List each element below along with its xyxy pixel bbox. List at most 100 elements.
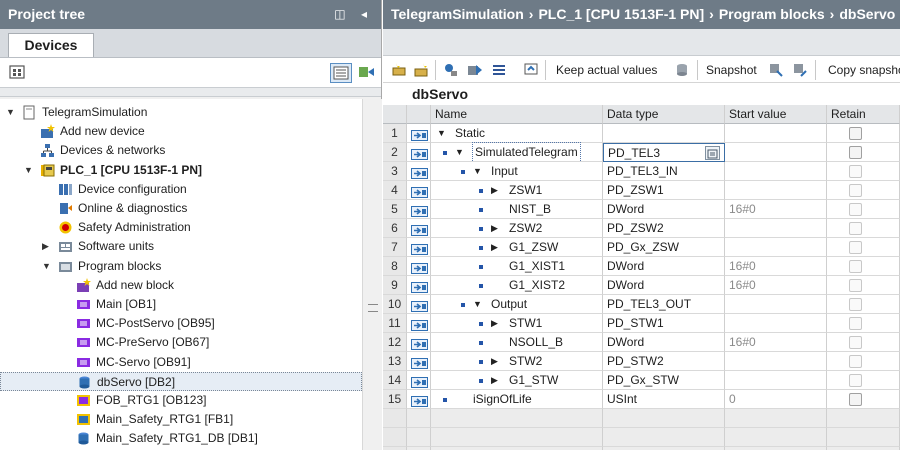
- start-value-cell[interactable]: [725, 219, 827, 238]
- table-row[interactable]: 7 ▶ G1_ZSW PD_Gx_ZSW: [383, 238, 900, 257]
- expand-arrow-icon[interactable]: ▶: [491, 238, 498, 257]
- breadcrumb-program-blocks[interactable]: Program blocks: [719, 6, 825, 22]
- data-type-cell[interactable]: DWord: [603, 257, 725, 276]
- breadcrumb-project[interactable]: TelegramSimulation: [391, 6, 524, 22]
- name-cell[interactable]: ▶ ZSW2: [431, 219, 603, 238]
- tree-item[interactable]: ▼ TelegramSimulation: [0, 103, 362, 122]
- retain-checkbox[interactable]: [849, 146, 862, 159]
- retain-checkbox[interactable]: [849, 355, 862, 368]
- row-number[interactable]: 2: [383, 143, 407, 162]
- name-cell[interactable]: ▶ STW2: [431, 352, 603, 371]
- type-picker-icon[interactable]: [705, 146, 720, 160]
- go-online-icon[interactable]: [357, 64, 375, 80]
- header-retain[interactable]: Retain: [827, 105, 900, 124]
- name-cell[interactable]: ▶ ZSW1: [431, 181, 603, 200]
- row-number[interactable]: 10: [383, 295, 407, 314]
- row-number[interactable]: 12: [383, 333, 407, 352]
- tree-item[interactable]: MC-PostServo [OB95]: [0, 314, 362, 333]
- name-cell[interactable]: ▶ STW1: [431, 314, 603, 333]
- collapse-arrow-icon[interactable]: ▼: [6, 103, 16, 122]
- database-icon[interactable]: [674, 62, 690, 78]
- list-icon[interactable]: [491, 62, 507, 78]
- name-cell[interactable]: G1_XIST2: [431, 276, 603, 295]
- snapshot-to-start-icon[interactable]: [768, 62, 784, 78]
- tree-item[interactable]: Add new block: [0, 276, 362, 295]
- breadcrumb-plc[interactable]: PLC_1 [CPU 1513F-1 PN]: [538, 6, 704, 22]
- expand-arrow-icon[interactable]: ▶: [42, 237, 52, 256]
- row-number[interactable]: 14: [383, 371, 407, 390]
- name-cell[interactable]: iSignOfLife: [431, 390, 603, 409]
- header-data-type[interactable]: Data type: [603, 105, 725, 124]
- panel-controls[interactable]: ◫ ◂: [334, 0, 373, 29]
- tree-item[interactable]: ▼ Program blocks: [0, 257, 362, 276]
- row-number[interactable]: 3: [383, 162, 407, 181]
- splitter-grip-icon[interactable]: [368, 304, 378, 312]
- retain-checkbox[interactable]: [849, 298, 862, 311]
- retain-checkbox[interactable]: [849, 241, 862, 254]
- start-value-cell[interactable]: 16#0: [725, 257, 827, 276]
- start-value-cell[interactable]: [725, 371, 827, 390]
- name-cell[interactable]: ▼ Static: [431, 124, 603, 143]
- tree-item[interactable]: Device configuration: [0, 180, 362, 199]
- start-value-cell[interactable]: [725, 181, 827, 200]
- expand-all-icon[interactable]: [443, 62, 459, 78]
- row-number[interactable]: 9: [383, 276, 407, 295]
- tree-item[interactable]: ▶ Software units: [0, 237, 362, 256]
- row-number[interactable]: 1: [383, 124, 407, 143]
- header-name[interactable]: Name: [431, 105, 603, 124]
- data-type-cell[interactable]: PD_TEL3: [603, 143, 725, 162]
- load-start-values-icon[interactable]: [792, 62, 808, 78]
- data-type-cell[interactable]: PD_STW2: [603, 352, 725, 371]
- expand-arrow-icon[interactable]: ▶: [491, 219, 498, 238]
- data-type-cell[interactable]: PD_TEL3_OUT: [603, 295, 725, 314]
- table-row[interactable]: 13 ▶ STW2 PD_STW2: [383, 352, 900, 371]
- table-row[interactable]: 14 ▶ G1_STW PD_Gx_STW: [383, 371, 900, 390]
- copy-snapshot-button[interactable]: Copy snapsho: [828, 63, 900, 77]
- start-value-cell[interactable]: [725, 238, 827, 257]
- table-row[interactable]: 2 ▼ SimulatedTelegram PD_TEL3: [383, 142, 900, 163]
- collapse-arrow-icon[interactable]: ▼: [24, 161, 34, 180]
- header-start-value[interactable]: Start value: [725, 105, 827, 124]
- name-cell[interactable]: ▼ SimulatedTelegram: [431, 142, 603, 163]
- row-number[interactable]: 7: [383, 238, 407, 257]
- tree-item[interactable]: Add new device: [0, 122, 362, 141]
- tree-item[interactable]: dbServo [DB2]: [0, 371, 362, 391]
- data-type-cell[interactable]: PD_ZSW1: [603, 181, 725, 200]
- retain-checkbox[interactable]: [849, 127, 862, 140]
- table-row[interactable]: 11 ▶ STW1 PD_STW1: [383, 314, 900, 333]
- retain-checkbox[interactable]: [849, 184, 862, 197]
- data-type-cell[interactable]: PD_STW1: [603, 314, 725, 333]
- name-cell[interactable]: ▼ Output: [431, 295, 603, 314]
- retain-checkbox[interactable]: [849, 374, 862, 387]
- collapse-arrow-icon[interactable]: ▼: [42, 257, 52, 276]
- name-cell[interactable]: ▶ G1_STW: [431, 371, 603, 390]
- retain-checkbox[interactable]: [849, 336, 862, 349]
- tree-item[interactable]: Main_Safety_RTG1 [FB1]: [0, 410, 362, 429]
- table-row[interactable]: 6 ▶ ZSW2 PD_ZSW2: [383, 219, 900, 238]
- retain-checkbox[interactable]: [849, 393, 862, 406]
- data-type-cell[interactable]: DWord: [603, 333, 725, 352]
- table-row[interactable]: 12 NSOLL_B DWord 16#0: [383, 333, 900, 352]
- tree-item[interactable]: Online & diagnostics: [0, 199, 362, 218]
- start-value-cell[interactable]: [725, 162, 827, 181]
- tab-devices[interactable]: Devices: [8, 33, 94, 58]
- tree-item[interactable]: MC-PreServo [OB67]: [0, 333, 362, 352]
- tree-splitter[interactable]: [362, 99, 382, 450]
- row-number[interactable]: 15: [383, 390, 407, 409]
- retain-checkbox[interactable]: [849, 203, 862, 216]
- overview-toggle-button[interactable]: [330, 63, 352, 83]
- tree-item[interactable]: MC-Servo [OB91]: [0, 353, 362, 372]
- data-type-cell[interactable]: [603, 124, 725, 143]
- start-value-cell[interactable]: 16#0: [725, 200, 827, 219]
- tree-item[interactable]: ▼ PLC_1 [CPU 1513F-1 PN]: [0, 161, 362, 180]
- name-cell[interactable]: ▶ G1_ZSW: [431, 238, 603, 257]
- row-number[interactable]: 11: [383, 314, 407, 333]
- retain-checkbox[interactable]: [849, 165, 862, 178]
- table-row[interactable]: 4 ▶ ZSW1 PD_ZSW1: [383, 181, 900, 200]
- data-type-cell[interactable]: USInt: [603, 390, 725, 409]
- start-value-cell[interactable]: [725, 124, 827, 143]
- data-type-cell[interactable]: PD_ZSW2: [603, 219, 725, 238]
- table-row[interactable]: 5 NIST_B DWord 16#0: [383, 200, 900, 219]
- snapshot-button[interactable]: Snapshot: [706, 63, 757, 77]
- name-cell[interactable]: NSOLL_B: [431, 333, 603, 352]
